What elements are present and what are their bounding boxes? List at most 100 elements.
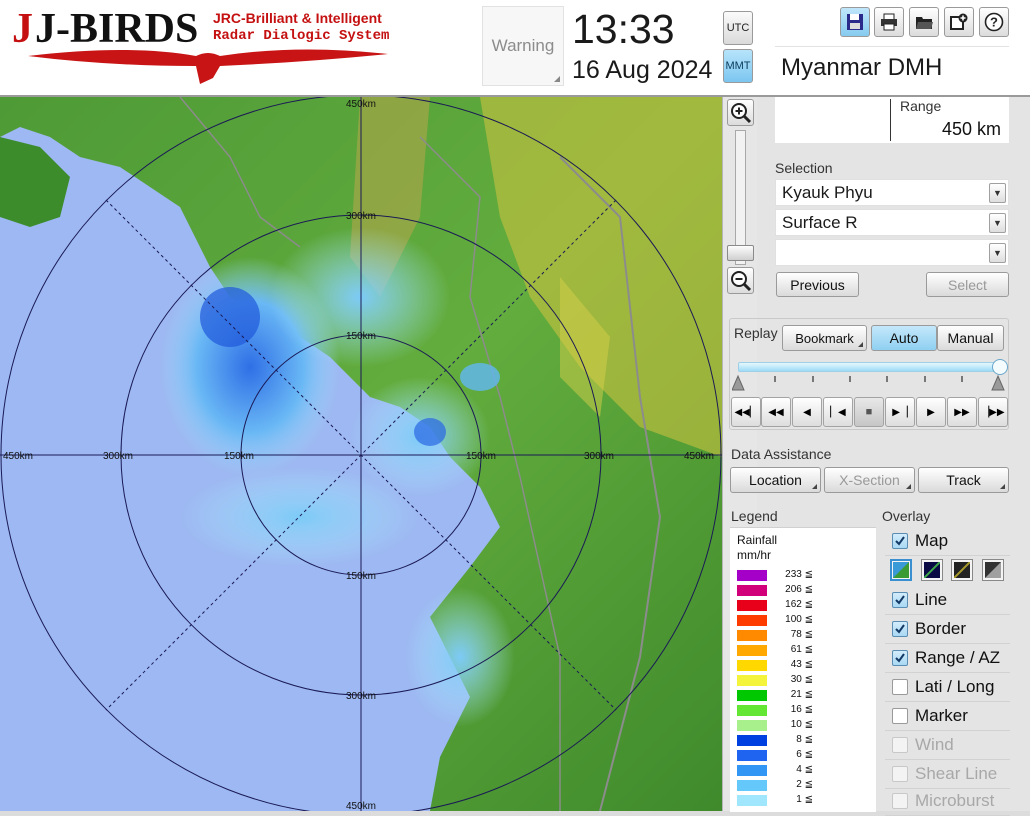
overlay-checkbox[interactable] — [892, 679, 908, 695]
logo-subtitle-line2: Radar Dialogic System — [213, 28, 390, 44]
overlay-checkbox[interactable] — [892, 708, 908, 724]
product-select[interactable]: Surface R ▼ — [775, 209, 1009, 236]
stop-icon: ■ — [865, 406, 873, 418]
checkmark-icon — [895, 653, 905, 663]
zoom-slider-thumb[interactable] — [727, 245, 754, 261]
mmt-button[interactable]: MMT — [723, 49, 753, 83]
rewind-button[interactable]: ◀◀ — [761, 397, 791, 427]
replay-label: Replay — [734, 325, 778, 341]
skip-back-icon: ◀◀▏ — [734, 406, 758, 418]
previous-button[interactable]: Previous — [776, 272, 859, 297]
map-style-blue-button[interactable] — [921, 559, 943, 581]
site-select[interactable]: Kyauk Phyu ▼ — [775, 179, 1009, 206]
add-window-icon — [950, 13, 968, 30]
overlay-option-marker[interactable]: Marker — [885, 703, 1010, 731]
overlay-checkbox[interactable] — [892, 533, 908, 549]
rain-cell — [460, 363, 500, 391]
map-style-blue-icon — [924, 562, 940, 578]
fast-forward-button[interactable]: ▶▶ — [947, 397, 977, 427]
overlay-option-label: Wind — [915, 735, 954, 754]
play-button[interactable]: ▶ — [916, 397, 946, 427]
play-icon: ▶ — [927, 406, 935, 418]
map-style-dark-button[interactable] — [951, 559, 973, 581]
skip-forward-icon: ▕▶▶ — [981, 406, 1005, 418]
first-frame-button[interactable]: ◀◀▏ — [731, 397, 761, 427]
replay-slider-thumb[interactable] — [992, 359, 1008, 375]
help-button[interactable]: ? — [979, 7, 1009, 37]
bookmark-label: Bookmark — [795, 330, 854, 346]
help-icon: ? — [984, 12, 1004, 32]
select-button[interactable]: Select — [926, 272, 1009, 297]
chevron-down-icon[interactable]: ▼ — [989, 243, 1006, 263]
replay-slider-track[interactable] — [738, 362, 1000, 372]
chevron-down-icon[interactable]: ▼ — [989, 213, 1006, 233]
overlay-checkbox[interactable] — [892, 592, 908, 608]
range-label: 150km — [346, 331, 376, 342]
station-name: Myanmar DMH — [775, 46, 1009, 88]
legend-swatch — [737, 570, 767, 581]
overlay-label: Overlay — [882, 508, 931, 524]
range-divider — [890, 99, 891, 141]
legend-value: 78 ≦ — [790, 629, 813, 640]
warning-button[interactable]: Warning — [482, 6, 564, 86]
print-button[interactable] — [874, 7, 904, 37]
map-style-gray-icon — [985, 562, 1001, 578]
overlay-option-border[interactable]: Border — [885, 616, 1010, 644]
product-select-value: Surface R — [782, 212, 858, 232]
auto-button[interactable]: Auto — [871, 325, 937, 351]
overlay-checkbox[interactable] — [892, 650, 908, 666]
open-folder-button[interactable] — [909, 7, 939, 37]
overlay-option-line[interactable]: Line — [885, 587, 1010, 615]
map-style-satellite-button[interactable] — [890, 559, 912, 581]
track-button[interactable]: Track — [918, 467, 1009, 493]
map-style-gray-button[interactable] — [982, 559, 1004, 581]
manual-button[interactable]: Manual — [937, 325, 1004, 351]
legend-value: 21 ≦ — [790, 689, 813, 700]
legend-swatch — [737, 735, 767, 746]
overlay-option-map[interactable]: Map — [885, 528, 1010, 556]
selection-label: Selection — [775, 160, 833, 176]
chevron-down-icon[interactable]: ▼ — [989, 183, 1006, 203]
xsection-button[interactable]: X-Section — [824, 467, 915, 493]
zoom-in-button[interactable] — [727, 99, 754, 126]
last-frame-button[interactable]: ▕▶▶ — [978, 397, 1008, 427]
legend-value: 6 ≦ — [796, 749, 813, 760]
stop-button[interactable]: ■ — [854, 397, 884, 427]
step-back-button[interactable]: ◀ — [792, 397, 822, 427]
checkmark-icon — [895, 536, 905, 546]
prev-frame-button[interactable]: ▏◀ — [823, 397, 853, 427]
overlay-option-microburst[interactable]: Microburst — [885, 788, 1010, 816]
range-label: 450km — [346, 99, 376, 110]
overlay-checkbox[interactable] — [892, 621, 908, 637]
overlay-option-lati-long[interactable]: Lati / Long — [885, 674, 1010, 702]
legend-unit: mm/hr — [737, 548, 771, 562]
location-button[interactable]: Location — [730, 467, 821, 493]
elevation-select[interactable]: ▼ — [775, 239, 1009, 266]
radar-map[interactable]: 450km 300km 150km 150km 300km 450km 450k… — [0, 97, 722, 811]
save-button[interactable] — [840, 7, 870, 37]
overlay-option-range-az[interactable]: Range / AZ — [885, 645, 1010, 673]
legend-swatch — [737, 780, 767, 791]
zoom-out-button[interactable] — [727, 267, 754, 294]
overlay-option-wind[interactable]: Wind — [885, 732, 1010, 760]
range-value: 450 km — [941, 119, 1001, 139]
overlay-checkbox[interactable] — [892, 766, 908, 782]
overlay-checkbox[interactable] — [892, 737, 908, 753]
overlay-option-shear-line[interactable]: Shear Line — [885, 761, 1010, 789]
range-label: 450km — [346, 801, 376, 811]
overlay-checkbox[interactable] — [892, 793, 908, 809]
next-frame-button[interactable]: ▶▕ — [885, 397, 915, 427]
corner-triangle-icon — [906, 484, 911, 489]
utc-button[interactable]: UTC — [723, 11, 753, 45]
legend-swatch — [737, 750, 767, 761]
corner-triangle-icon — [554, 76, 560, 82]
save-icon — [847, 14, 863, 30]
logo-wordmark: J-BIRDS — [35, 6, 198, 52]
legend-value: 43 ≦ — [790, 659, 813, 670]
legend-swatch — [737, 720, 767, 731]
rain-cell — [270, 227, 450, 367]
bookmark-button[interactable]: Bookmark — [782, 325, 867, 351]
data-assistance-label: Data Assistance — [731, 446, 832, 462]
new-window-button[interactable] — [944, 7, 974, 37]
range-label: 300km — [346, 211, 376, 222]
